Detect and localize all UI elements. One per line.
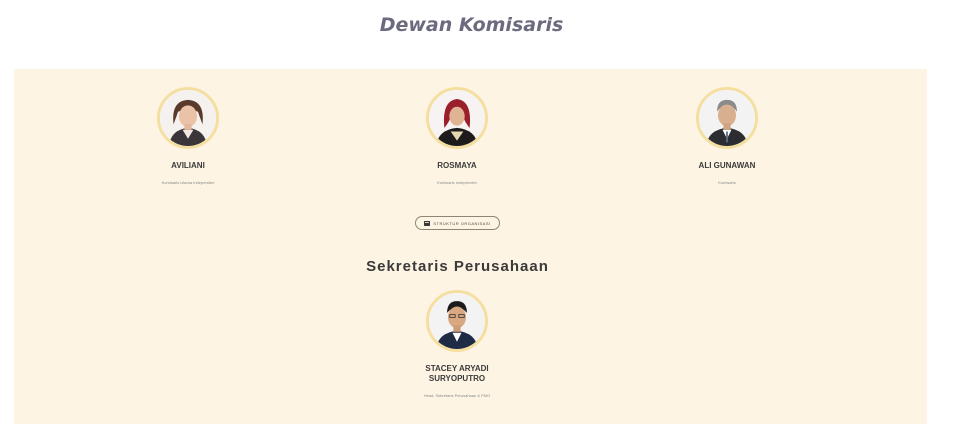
avatar[interactable] (426, 87, 488, 149)
org-chart-icon (424, 220, 431, 226)
commissioner-card-aviliani[interactable]: AVILIANI Komisaris Utama Independen (98, 87, 278, 185)
commissioner-card-ali-gunawan[interactable]: ALI GUNAWAN Komisaris (637, 87, 817, 185)
avatar[interactable] (426, 290, 488, 352)
commissioner-card-rosmaya[interactable]: ROSMAYA Komisaris Independen (367, 87, 547, 185)
org-structure-label: STRUKTUR ORGANISASI (433, 220, 491, 226)
avatar[interactable] (696, 87, 758, 149)
person-name: AVILIANI (171, 161, 205, 170)
person-role: Komisaris Independen (437, 180, 477, 185)
org-structure-button[interactable]: STRUKTUR ORGANISASI (415, 216, 500, 230)
person-name: ALI GUNAWAN (698, 161, 756, 170)
avatar[interactable] (157, 87, 219, 149)
person-role: Komisaris Utama Independen (161, 180, 215, 185)
person-role: Komisaris (718, 180, 736, 185)
page-title: Dewan Komisaris (379, 14, 564, 36)
management-panel: AVILIANI Komisaris Utama Independen ROSM… (14, 69, 927, 424)
person-name-line2: SURYOPUTRO (428, 374, 486, 383)
person-name: STACEY ARYADI SURYOPUTRO (367, 364, 547, 384)
person-name: ROSMAYA (437, 161, 477, 170)
section-title: Sekretaris Perusahaan (366, 258, 549, 275)
person-role: Head, Sekretaris Perusahaan & PMO (423, 393, 491, 398)
person-name-line1: STACEY ARYADI (425, 364, 489, 373)
secretary-card[interactable]: STACEY ARYADI SURYOPUTRO Head, Sekretari… (367, 290, 547, 398)
